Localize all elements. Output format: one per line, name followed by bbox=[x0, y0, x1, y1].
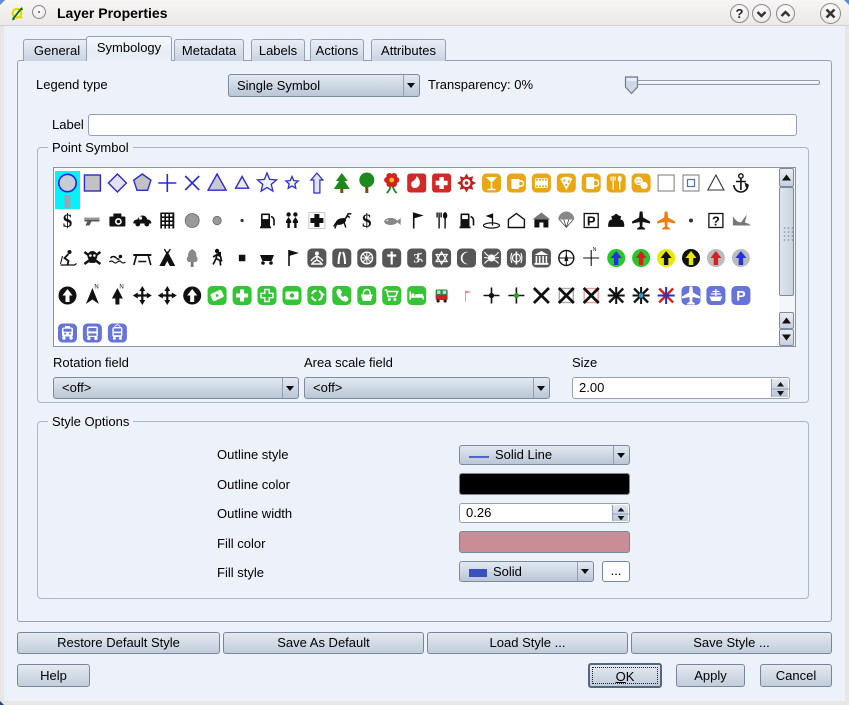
svg-text:$: $ bbox=[362, 211, 372, 232]
svg-text:P: P bbox=[587, 214, 596, 229]
svg-text:3: 3 bbox=[413, 251, 420, 266]
svg-text:N: N bbox=[119, 285, 123, 291]
svg-text:?: ? bbox=[712, 214, 720, 229]
svg-text:$: $ bbox=[63, 211, 73, 232]
svg-text:P: P bbox=[736, 288, 745, 304]
svg-text:N: N bbox=[593, 247, 597, 253]
svg-text:N: N bbox=[94, 285, 98, 291]
svg-text:?: ? bbox=[735, 6, 743, 21]
